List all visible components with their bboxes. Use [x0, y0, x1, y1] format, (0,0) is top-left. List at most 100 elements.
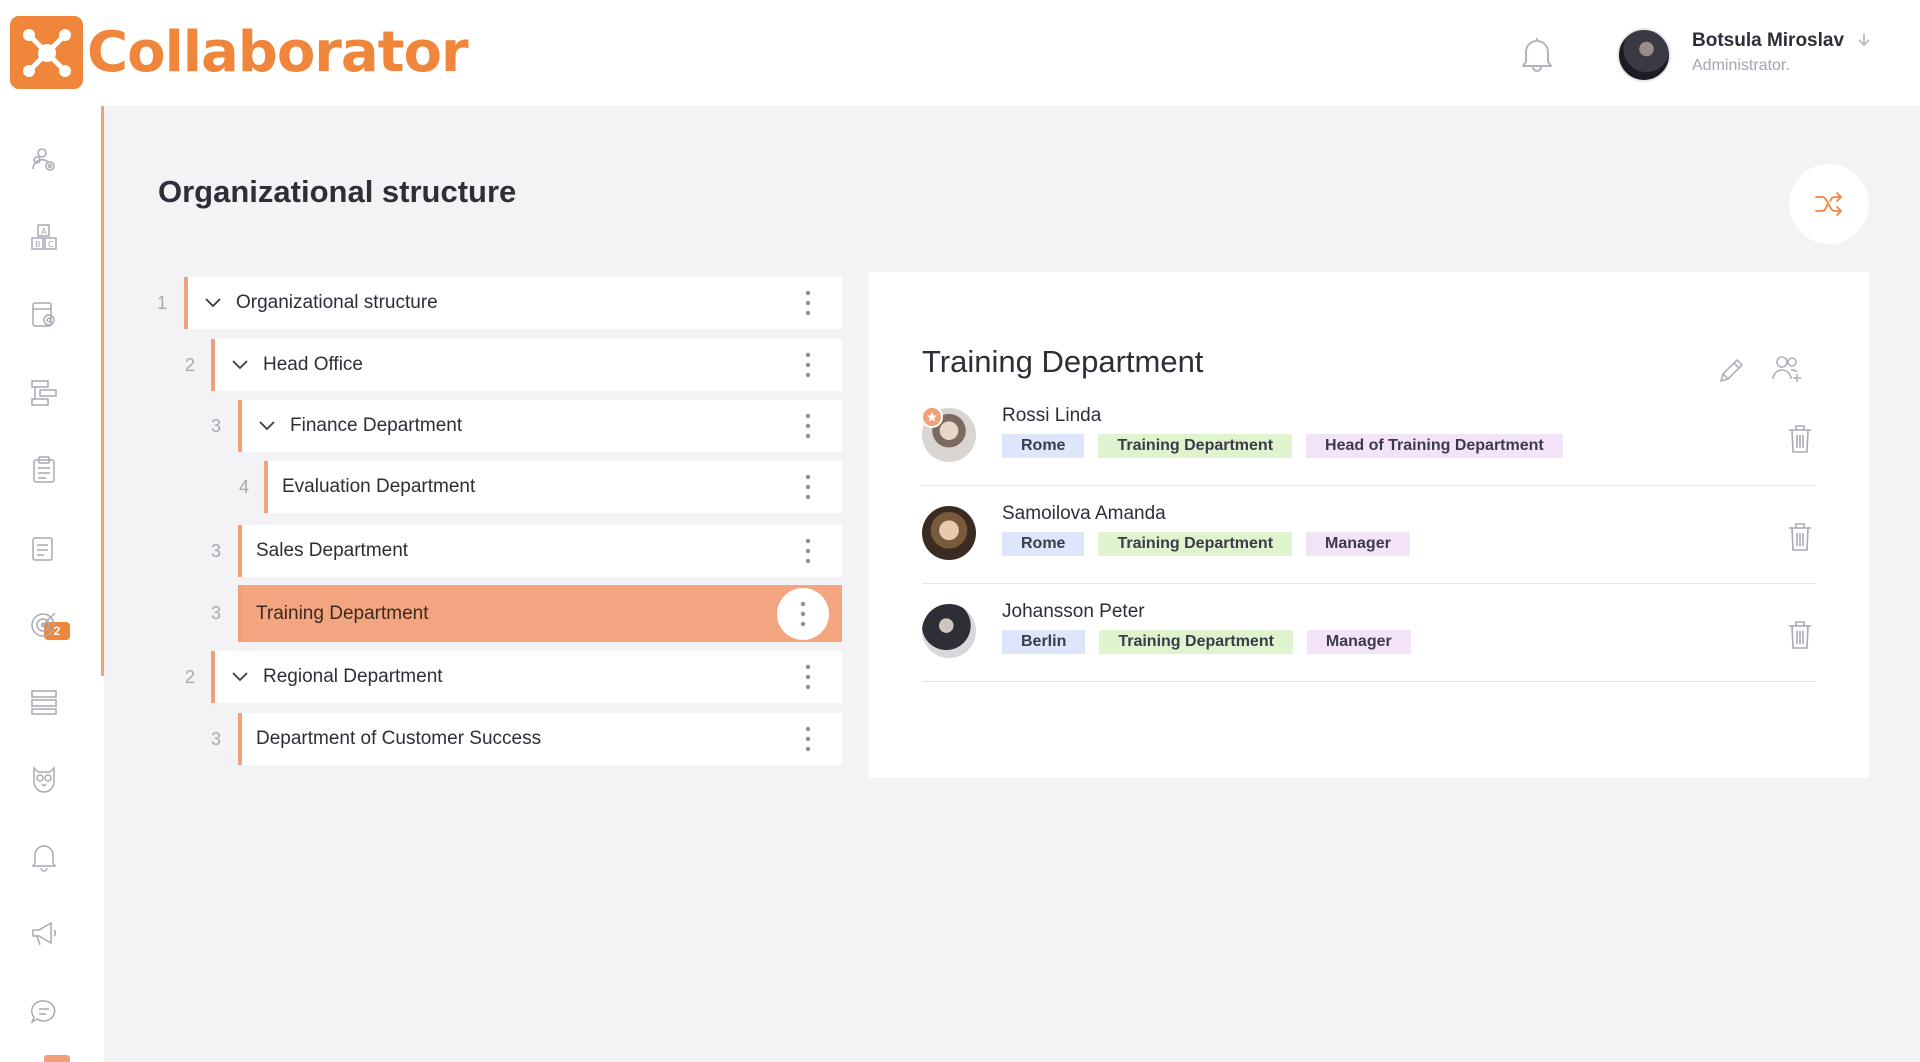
add-member-button[interactable]: [1767, 348, 1807, 388]
more-vertical-icon[interactable]: [777, 587, 829, 640]
clipboard-icon: [33, 456, 55, 483]
sidebar-item-abc[interactable]: A B C: [26, 220, 62, 256]
member-tags: Berlin Training Department Manager: [1002, 630, 1411, 654]
logo-mark-icon: [10, 16, 83, 89]
more-vertical-icon[interactable]: [790, 657, 826, 697]
member-name[interactable]: Johansson Peter: [1002, 601, 1145, 623]
sidebar-item-clipboard[interactable]: [26, 452, 62, 488]
role-tag: Head of Training Department: [1306, 434, 1563, 458]
tree-node-organizational-structure[interactable]: Organizational structure: [184, 277, 842, 329]
structure-icon: [31, 380, 57, 406]
sidebar-item-megaphone[interactable]: [26, 916, 62, 952]
city-tag: Rome: [1002, 532, 1085, 556]
department-tag: Training Department: [1098, 434, 1293, 458]
tree-node-label: Regional Department: [263, 666, 443, 687]
tree-node-customer-success[interactable]: Department of Customer Success: [238, 713, 842, 765]
tree-node-finance-department[interactable]: Finance Department: [238, 400, 842, 452]
tree-level-number: 3: [210, 541, 221, 561]
chevron-down-icon[interactable]: [229, 354, 251, 376]
trash-icon: [1789, 425, 1811, 453]
users-settings-icon: [32, 148, 55, 171]
trash-icon: [1789, 621, 1811, 649]
sidebar-item-document-settings[interactable]: [26, 297, 62, 333]
sidebar-item-list-blocks[interactable]: [26, 684, 62, 720]
member-name[interactable]: Rossi Linda: [1002, 405, 1101, 427]
user-role: Administrator.: [1692, 57, 1790, 74]
tree-node-label: Organizational structure: [236, 292, 438, 313]
more-vertical-icon[interactable]: [790, 283, 826, 323]
sidebar-item-owl[interactable]: [26, 761, 62, 797]
more-vertical-icon[interactable]: [790, 467, 826, 507]
member-avatar[interactable]: [922, 506, 976, 560]
city-tag: Berlin: [1002, 630, 1086, 654]
page-title: Organizational structure: [158, 174, 517, 209]
logo-text: Collaborator: [87, 20, 469, 85]
more-vertical-icon[interactable]: [790, 345, 826, 385]
member-name[interactable]: Samoilova Amanda: [1002, 503, 1166, 525]
remove-member-button[interactable]: [1783, 618, 1817, 652]
tree-level-number: 4: [238, 477, 249, 497]
svg-text:A: A: [41, 227, 47, 236]
sidebar-item-users-settings[interactable]: [26, 142, 62, 178]
chevron-down-icon[interactable]: [202, 292, 224, 314]
svg-text:B: B: [35, 240, 41, 249]
top-header: Collaborator Botsula Miroslav Administra…: [0, 0, 1920, 106]
user-name[interactable]: Botsula Miroslav: [1692, 30, 1844, 52]
sidebar-item-target[interactable]: [26, 606, 62, 642]
more-vertical-icon[interactable]: [790, 719, 826, 759]
sidebar-item-bell[interactable]: [26, 839, 62, 875]
target-icon: [31, 612, 56, 637]
chevron-down-icon[interactable]: [256, 415, 278, 437]
logo[interactable]: Collaborator: [10, 16, 469, 89]
more-vertical-icon[interactable]: [790, 531, 826, 571]
tree-node-label: Evaluation Department: [282, 476, 476, 497]
star-icon: [921, 406, 943, 428]
shuffle-button[interactable]: [1789, 164, 1869, 244]
trash-icon: [1789, 523, 1811, 551]
department-tag: Training Department: [1099, 630, 1293, 654]
tree-node-label: Training Department: [256, 602, 429, 624]
member-tags: Rome Training Department Manager: [1002, 532, 1410, 556]
tree-level-number: 3: [210, 416, 221, 436]
tree-node-sales-department[interactable]: Sales Department: [238, 525, 842, 577]
tree-level-number: 2: [184, 667, 195, 687]
sidebar-scroll-indicator: [44, 1055, 70, 1062]
tree-node-head-office[interactable]: Head Office: [211, 339, 842, 391]
tree-node-regional-department[interactable]: Regional Department: [211, 651, 842, 703]
sidebar-item-chat[interactable]: [26, 994, 62, 1030]
department-title: Training Department: [922, 344, 1204, 379]
city-tag: Rome: [1002, 434, 1085, 458]
role-tag: Manager: [1306, 630, 1411, 654]
bell-icon: [31, 845, 57, 872]
add-users-icon: [1772, 356, 1801, 382]
edit-department-button[interactable]: [1712, 350, 1752, 390]
department-detail-panel: Training Department Rossi Linda Rome Tra…: [869, 272, 1869, 778]
notifications-bell-icon[interactable]: [1518, 34, 1556, 74]
member-row: Rossi Linda Rome Training Department Hea…: [921, 388, 1817, 486]
role-tag: Manager: [1306, 532, 1410, 556]
user-avatar[interactable]: [1617, 28, 1671, 82]
sidebar-item-tasks[interactable]: [26, 529, 62, 565]
sidebar-item-structure[interactable]: [26, 374, 62, 410]
tree-node-label: Finance Department: [290, 415, 463, 436]
chevron-down-icon[interactable]: [1856, 31, 1872, 49]
tree-level-number: 3: [210, 603, 221, 623]
member-tags: Rome Training Department Head of Trainin…: [1002, 434, 1563, 458]
megaphone-icon: [32, 921, 57, 946]
member-avatar[interactable]: [922, 604, 976, 658]
more-vertical-icon[interactable]: [790, 406, 826, 446]
abc-blocks-icon: A B C: [31, 224, 57, 250]
tree-level-number: 1: [156, 293, 167, 313]
document-settings-icon: [32, 302, 55, 327]
tree-node-label: Head Office: [263, 354, 363, 375]
remove-member-button[interactable]: [1783, 422, 1817, 456]
svg-text:C: C: [48, 240, 54, 249]
remove-member-button[interactable]: [1783, 520, 1817, 554]
tree-node-training-department[interactable]: Training Department: [238, 585, 842, 642]
sidebar: A B C 2: [0, 106, 104, 1062]
tree-node-label: Department of Customer Success: [256, 728, 542, 749]
sidebar-accent-bar: [101, 106, 104, 676]
chevron-down-icon[interactable]: [229, 666, 251, 688]
tree-node-evaluation-department[interactable]: Evaluation Department: [264, 461, 842, 513]
shuffle-icon: [1815, 192, 1842, 216]
